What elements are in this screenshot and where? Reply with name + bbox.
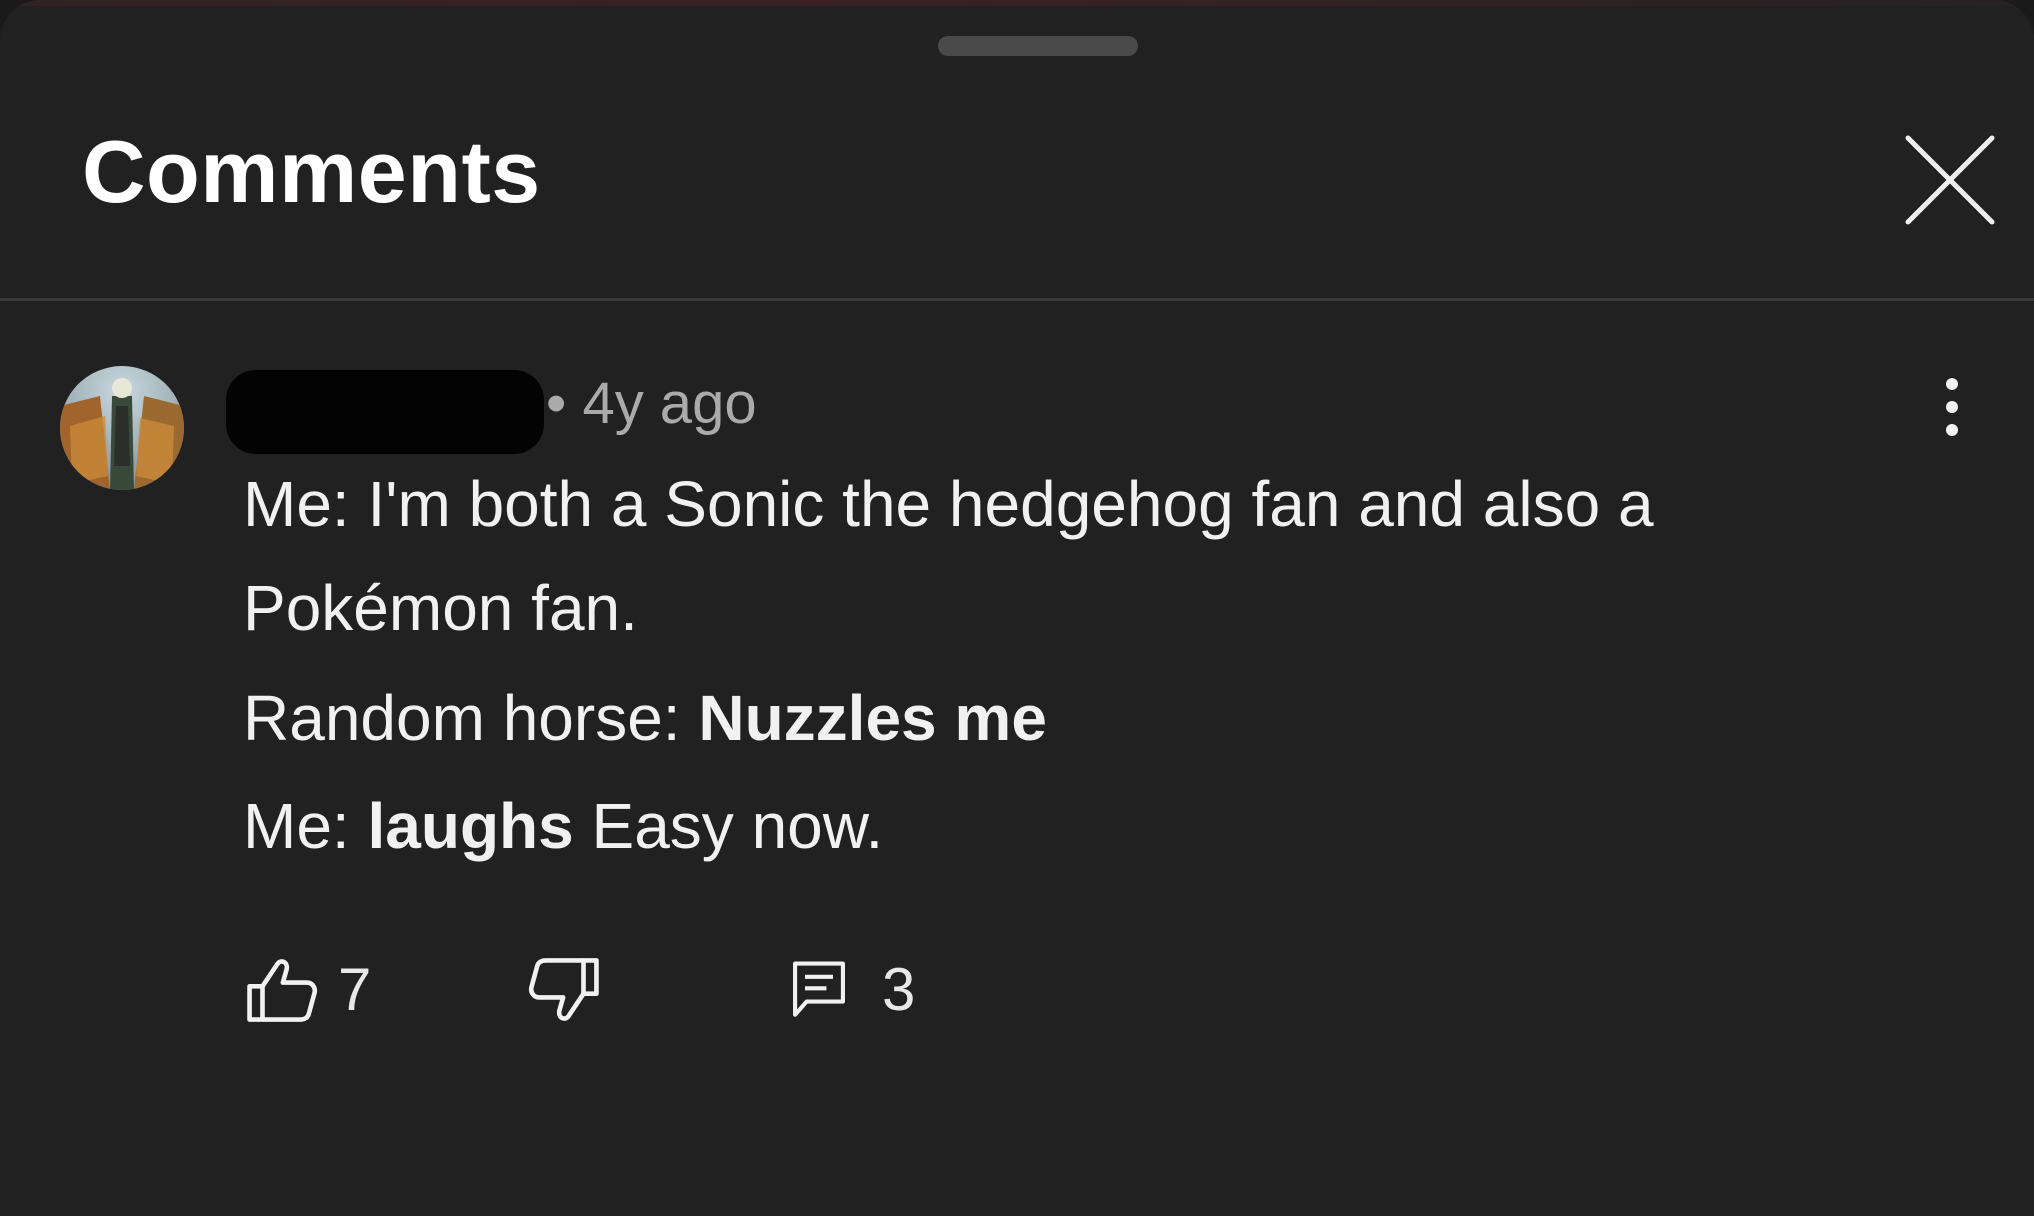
comment-icon <box>793 961 845 1017</box>
comment-line: Me: laughs Easy now. <box>243 774 1903 878</box>
author-name-redacted <box>226 370 544 454</box>
meta-separator: • <box>546 371 567 436</box>
panel-title: Comments <box>82 122 541 221</box>
text-segment: Me: <box>243 790 368 862</box>
text-segment: Easy now. <box>573 790 884 862</box>
text-segment-bold: Nuzzles me <box>698 682 1047 754</box>
text-segment: Random horse: <box>243 682 699 754</box>
drag-handle[interactable] <box>938 36 1138 56</box>
thumbs-down-icon <box>528 958 599 1021</box>
close-button[interactable] <box>1900 130 2000 230</box>
comment-time[interactable]: 4y ago <box>582 371 756 436</box>
more-options-button[interactable] <box>1932 372 1972 442</box>
top-strip <box>0 0 2034 6</box>
header-divider <box>0 298 2034 301</box>
comments-panel: Comments • 4y ago Me: I'm both a Sonic t… <box>0 0 2034 1216</box>
more-vert-icon <box>1946 378 1958 436</box>
dislike-button[interactable] <box>528 950 602 1030</box>
comment-line: Me: I'm both a Sonic the hedgehog fan an… <box>243 452 1903 556</box>
comment-line: Random horse: Nuzzles me <box>243 666 1903 770</box>
comment-meta: • 4y ago <box>546 370 757 438</box>
text-segment: Me: I'm both a Sonic the hedgehog fan an… <box>243 468 1654 540</box>
reply-button[interactable]: 3 <box>790 950 915 1030</box>
comment-text: Me: I'm both a Sonic the hedgehog fan an… <box>243 452 1903 878</box>
like-count: 7 <box>338 956 372 1023</box>
like-button[interactable]: 7 <box>244 950 371 1030</box>
comment-line: Pokémon fan. <box>243 556 1903 660</box>
reply-count: 3 <box>882 956 916 1023</box>
close-icon <box>1905 135 1995 225</box>
text-segment: Pokémon fan. <box>243 572 638 644</box>
avatar[interactable] <box>60 366 184 490</box>
text-segment-bold: laughs <box>367 790 574 862</box>
thumbs-up-icon <box>247 959 318 1022</box>
